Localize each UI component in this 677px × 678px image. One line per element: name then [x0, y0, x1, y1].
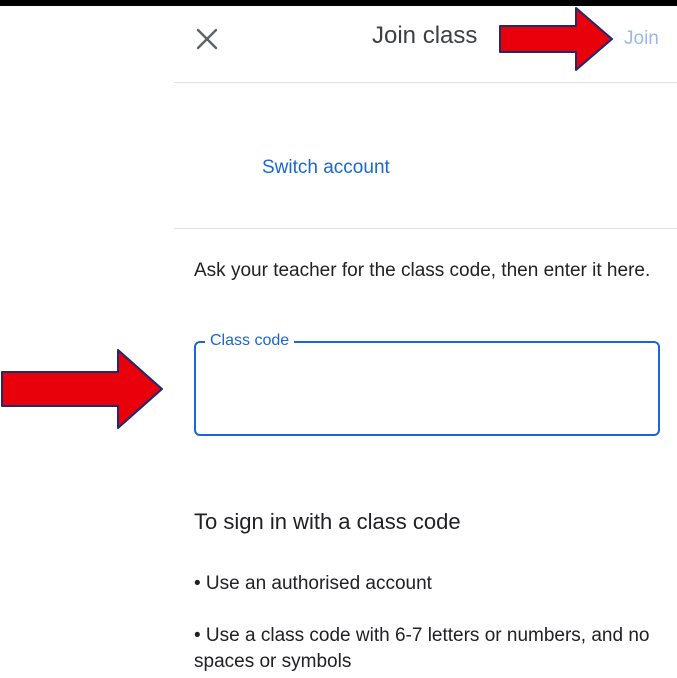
- switch-account-link[interactable]: Switch account: [262, 157, 390, 179]
- annotation-arrow-class-code: [1, 349, 163, 429]
- close-button[interactable]: [190, 22, 224, 56]
- instructions-text: Ask your teacher for the class code, the…: [194, 260, 651, 281]
- close-icon: [196, 28, 218, 50]
- help-heading: To sign in with a class code: [194, 509, 461, 534]
- header-divider: [174, 82, 677, 83]
- account-divider: [174, 228, 677, 229]
- annotation-arrow-join: [499, 7, 613, 71]
- class-code-field[interactable]: [194, 341, 660, 436]
- join-button[interactable]: Join: [624, 28, 659, 50]
- page-title: Join class: [372, 22, 478, 49]
- class-code-input[interactable]: [208, 373, 642, 405]
- help-bullet-code-format: • Use a class code with 6-7 letters or n…: [194, 625, 650, 672]
- help-bullet-authorised-account: • Use an authorised account: [194, 573, 432, 594]
- class-code-label: Class code: [205, 332, 295, 350]
